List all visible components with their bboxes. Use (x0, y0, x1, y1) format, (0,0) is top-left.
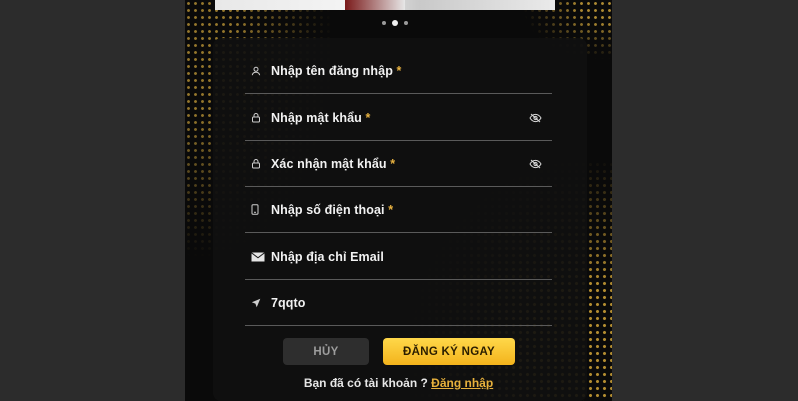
login-prompt: Bạn đã có tài khoản ? Đăng nhập (185, 376, 612, 390)
login-link[interactable]: Đăng nhập (431, 376, 493, 390)
carousel-dot[interactable] (382, 21, 386, 25)
phone-placeholder: Nhập số điện thoại (271, 202, 385, 217)
register-panel: Nhập tên đăng nhập * Nhập mật khẩu * Xác… (185, 0, 612, 401)
login-prompt-text: Bạn đã có tài khoản ? (303, 376, 432, 390)
email-placeholder: Nhập địa chỉ Email (271, 249, 384, 264)
confirm-password-placeholder: Xác nhận mật khẩu (271, 156, 387, 171)
register-now-button[interactable]: ĐĂNG KÝ NGAY (383, 338, 515, 365)
password-placeholder: Nhập mật khẩu (271, 110, 362, 125)
user-icon (245, 61, 271, 81)
carousel-dot-active[interactable] (392, 20, 398, 26)
page: Nhập tên đăng nhập * Nhập mật khẩu * Xác… (0, 0, 798, 401)
send-icon (245, 293, 271, 313)
eye-off-icon[interactable] (524, 154, 546, 174)
phone-icon (245, 200, 271, 220)
confirm-password-field[interactable]: Xác nhận mật khẩu * (245, 141, 552, 187)
username-field[interactable]: Nhập tên đăng nhập * (245, 48, 552, 94)
cancel-button[interactable]: HỦY (283, 338, 369, 365)
phone-field[interactable]: Nhập số điện thoại * (245, 187, 552, 233)
left-backdrop (0, 0, 185, 401)
required-mark: * (396, 63, 402, 78)
username-placeholder: Nhập tên đăng nhập (271, 63, 393, 78)
right-backdrop (612, 0, 798, 401)
password-field[interactable]: Nhập mật khẩu * (245, 95, 552, 141)
eye-off-icon[interactable] (524, 108, 546, 128)
required-mark: * (390, 156, 396, 171)
required-mark: * (388, 202, 394, 217)
required-mark: * (365, 110, 371, 125)
banner-image (215, 0, 555, 10)
referral-code-field[interactable]: 7qqto (245, 280, 552, 326)
lock-icon (245, 154, 271, 174)
carousel-dot[interactable] (404, 21, 408, 25)
referral-code-value: 7qqto (271, 295, 306, 310)
carousel-dots (382, 20, 408, 26)
lock-icon (245, 108, 271, 128)
email-field[interactable]: Nhập địa chỉ Email (245, 234, 552, 280)
mail-icon (245, 247, 271, 267)
